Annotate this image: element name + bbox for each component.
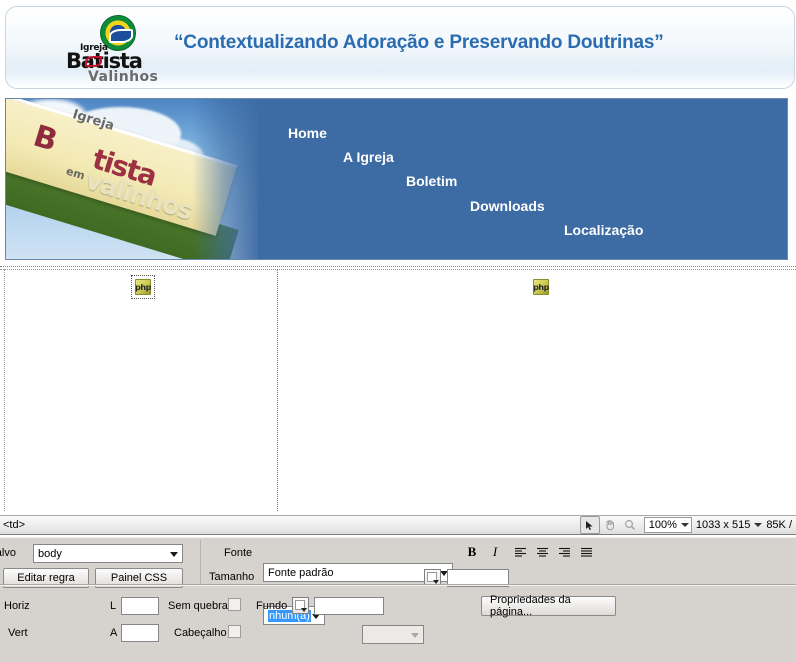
window-size-value: 1033 x 515 [695, 519, 751, 531]
chevron-down-icon [301, 608, 307, 612]
cell-height-field[interactable] [121, 624, 159, 642]
width-label-row: L [110, 600, 116, 612]
vert-label: Vert [8, 627, 28, 639]
target-rule-dropdown[interactable]: body [33, 544, 183, 563]
tag-selector-td[interactable]: <td> [3, 519, 25, 531]
chevron-down-icon [754, 523, 763, 527]
status-bar: <td> 100% 1033 x 515 85K / [0, 515, 796, 535]
target-rule-label: a-alvo [0, 547, 16, 559]
site-header[interactable]: Igreja Batista Valinhos “Contextualizand… [5, 6, 795, 89]
italic-button[interactable]: I [486, 543, 504, 561]
design-view-canvas[interactable]: Igreja Batista Valinhos “Contextualizand… [0, 0, 796, 515]
zoom-level-value: 100% [648, 519, 677, 531]
site-navigation: Home A Igreja Boletim Downloads Localiza… [6, 99, 787, 259]
width-label: L [110, 600, 117, 612]
document-weight: 85K / [766, 519, 792, 531]
size-label: Tamanho [209, 571, 255, 583]
chevron-down-icon [411, 632, 419, 638]
zoom-tool-icon[interactable] [620, 516, 640, 534]
height-label: A [110, 627, 118, 639]
height-label-row: A [110, 627, 117, 639]
fish-outline-icon [85, 56, 102, 67]
size-label-row: Tamanho [209, 571, 254, 583]
size-unit-dropdown[interactable] [362, 625, 424, 644]
bg-color-field[interactable] [314, 597, 384, 615]
content-table: php php [0, 266, 796, 511]
zoom-level-dropdown[interactable]: 100% [643, 517, 692, 533]
dreamweaver-window: Igreja Batista Valinhos “Contextualizand… [0, 0, 796, 662]
nav-item-downloads[interactable]: Downloads [470, 198, 545, 214]
horiz-label-row: Horiz [4, 600, 30, 612]
header-label-row: Cabeçalho [174, 627, 227, 639]
chevron-down-icon [170, 551, 178, 557]
status-bar-right: 100% 1033 x 515 85K / [579, 515, 796, 535]
nowrap-label-row: Sem quebra [168, 600, 228, 612]
site-slogan: “Contextualizando Adoração e Preservando… [174, 32, 664, 53]
nav-item-home[interactable]: Home [288, 125, 327, 141]
target-rule-row: a-alvo [0, 547, 16, 559]
logo-line-valinhos: Valinhos [88, 69, 159, 85]
nav-item-localizacao[interactable]: Localização [564, 222, 643, 238]
align-center-icon[interactable] [533, 543, 551, 561]
font-family-value: Fonte padrão [268, 566, 334, 579]
page-properties-button[interactable]: Propriedades da página... [481, 594, 616, 618]
nowrap-checkbox[interactable] [228, 598, 241, 611]
bg-label-row: Fundo [256, 600, 287, 612]
cell-width-field[interactable] [121, 597, 159, 615]
site-banner[interactable]: B Igreja tista em valinhos Home A Igreja… [5, 98, 788, 260]
horiz-label: Horiz [4, 600, 30, 612]
header-checkbox[interactable] [228, 625, 241, 638]
align-justify-icon[interactable] [577, 543, 595, 561]
nav-item-boletim[interactable]: Boletim [406, 173, 457, 189]
table-row-border [0, 269, 796, 270]
window-size-dropdown[interactable]: 1033 x 515 [696, 519, 766, 531]
nowrap-label: Sem quebra [168, 600, 228, 612]
table-border-top [0, 266, 796, 267]
php-block-icon[interactable]: php [533, 279, 549, 295]
vert-label-row: Vert [8, 627, 28, 639]
hand-tool-icon[interactable] [600, 516, 620, 534]
property-inspector: a-alvo body Editar regra Painel CSS Font… [0, 537, 796, 662]
target-rule-value: body [38, 547, 62, 560]
align-right-icon[interactable] [555, 543, 573, 561]
bg-label: Fundo [256, 600, 288, 612]
bg-color-swatch[interactable] [292, 597, 309, 614]
header-label: Cabeçalho [174, 627, 227, 639]
table-column-divider [277, 269, 278, 511]
align-left-icon[interactable] [511, 543, 529, 561]
table-border-left [4, 269, 5, 511]
nav-item-a-igreja[interactable]: A Igreja [343, 149, 394, 165]
select-tool-icon[interactable] [579, 516, 600, 534]
chevron-down-icon [680, 523, 689, 527]
php-block-icon[interactable]: php [135, 279, 151, 295]
font-label: Fonte [224, 547, 253, 559]
panel-divider [200, 540, 201, 584]
site-logo[interactable]: Igreja Batista Valinhos [58, 13, 173, 85]
bold-button[interactable]: B [463, 543, 481, 561]
inspector-divider [0, 585, 796, 586]
font-label-row: Fonte [224, 547, 252, 559]
